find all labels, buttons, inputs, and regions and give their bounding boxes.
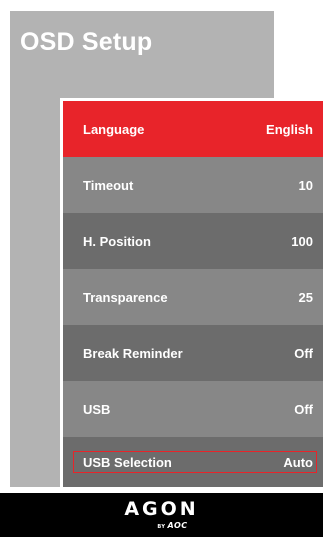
osd-screen: OSD Setup Language English Timeout 10 H.… xyxy=(0,0,323,537)
aoc-sub-logo: BY AOC xyxy=(0,521,323,530)
focus-highlight xyxy=(73,451,317,473)
page-title: OSD Setup xyxy=(20,28,153,56)
menu-item-language[interactable]: Language English xyxy=(63,101,323,157)
menu-item-timeout[interactable]: Timeout 10 xyxy=(63,157,323,213)
menu-item-value: English xyxy=(266,121,313,137)
aoc-text: AOC xyxy=(167,521,188,530)
menu-item-value: 25 xyxy=(298,289,313,305)
menu-item-label: Break Reminder xyxy=(83,345,183,361)
menu-item-value: Off xyxy=(294,345,313,361)
menu-item-label: Transparence xyxy=(83,289,168,305)
menu-item-usb[interactable]: USB Off xyxy=(63,381,323,437)
menu-item-break-reminder[interactable]: Break Reminder Off xyxy=(63,325,323,381)
brand-footer: AGON BY AOC xyxy=(0,493,323,537)
agon-logo: AGON xyxy=(124,498,199,520)
menu-item-value: 10 xyxy=(298,177,313,193)
menu-item-h-position[interactable]: H. Position 100 xyxy=(63,213,323,269)
menu-item-label: Timeout xyxy=(83,177,134,193)
menu-item-value: 100 xyxy=(291,233,313,249)
by-text: BY xyxy=(157,524,166,530)
menu-item-label: USB xyxy=(83,401,111,417)
menu-item-transparence[interactable]: Transparence 25 xyxy=(63,269,323,325)
menu-item-label: Language xyxy=(83,121,145,137)
menu-item-usb-selection[interactable]: USB Selection Auto xyxy=(63,437,323,487)
menu-item-label: H. Position xyxy=(83,233,151,249)
osd-menu: Language English Timeout 10 H. Position … xyxy=(60,98,323,487)
menu-item-value: Off xyxy=(294,401,313,417)
